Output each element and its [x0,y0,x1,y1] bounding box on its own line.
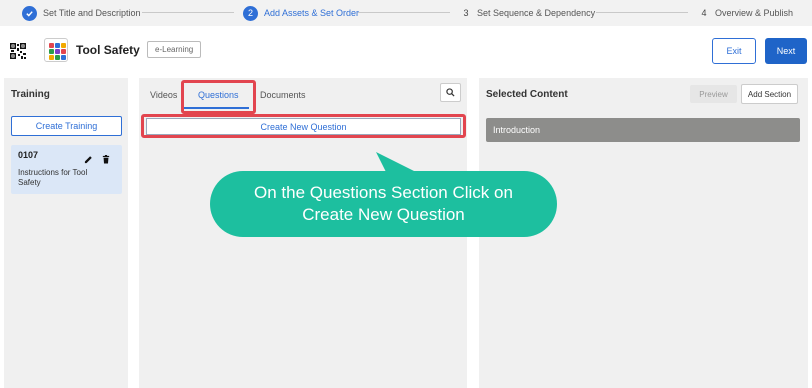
training-panel-title: Training [11,89,50,100]
selected-content-title: Selected Content [486,89,568,100]
step-2-number: 2 [243,5,258,21]
tab-documents[interactable]: Documents [260,90,306,100]
step-1-label: Set Title and Description [43,8,141,18]
course-type-badge: e-Learning [147,41,202,58]
exit-button[interactable]: Exit [712,38,756,64]
step-4-label: Overview & Publish [715,8,794,18]
tab-videos[interactable]: Videos [150,90,177,100]
step-2-label: Add Assets & Set Order [264,8,360,18]
tutorial-callout: On the Questions Section Click on Create… [210,171,557,237]
create-training-button[interactable]: Create Training [11,116,122,136]
step-4-number: 4 [701,8,707,18]
preview-button[interactable]: Preview [690,85,737,103]
step-4[interactable]: 4 Overview & Publish [699,3,793,23]
step-divider [596,12,688,13]
step-1[interactable]: Set Title and Description [22,3,141,23]
page-title: Tool Safety [76,43,140,57]
add-section-button[interactable]: Add Section [741,84,798,104]
step-3-number: 3 [463,8,469,18]
progress-stepper: Set Title and Description 2 Add Assets &… [0,0,812,26]
tab-questions[interactable]: Questions [198,90,239,100]
step-2[interactable]: 2 Add Assets & Set Order [243,3,359,23]
training-panel: Training Create Training 0107 Instructio… [4,78,128,388]
step-divider [358,12,450,13]
step-3-label: Set Sequence & Dependency [477,8,596,18]
search-icon [446,88,455,97]
next-button[interactable]: Next [765,38,807,64]
course-thumbnail-icon [44,38,68,62]
check-icon [22,5,37,21]
qr-code-icon[interactable] [10,43,26,59]
active-tab-indicator [183,107,249,109]
delete-icon[interactable] [102,151,110,169]
section-introduction[interactable]: Introduction [486,118,800,142]
edit-icon[interactable] [84,151,93,169]
step-divider [142,12,234,13]
training-description: Instructions for Tool Safety [18,168,88,187]
step-3[interactable]: 3 Set Sequence & Dependency [461,3,595,23]
training-card[interactable]: 0107 Instructions for Tool Safety [11,145,122,194]
create-new-question-button[interactable]: Create New Question [146,118,461,135]
search-button[interactable] [440,83,461,102]
